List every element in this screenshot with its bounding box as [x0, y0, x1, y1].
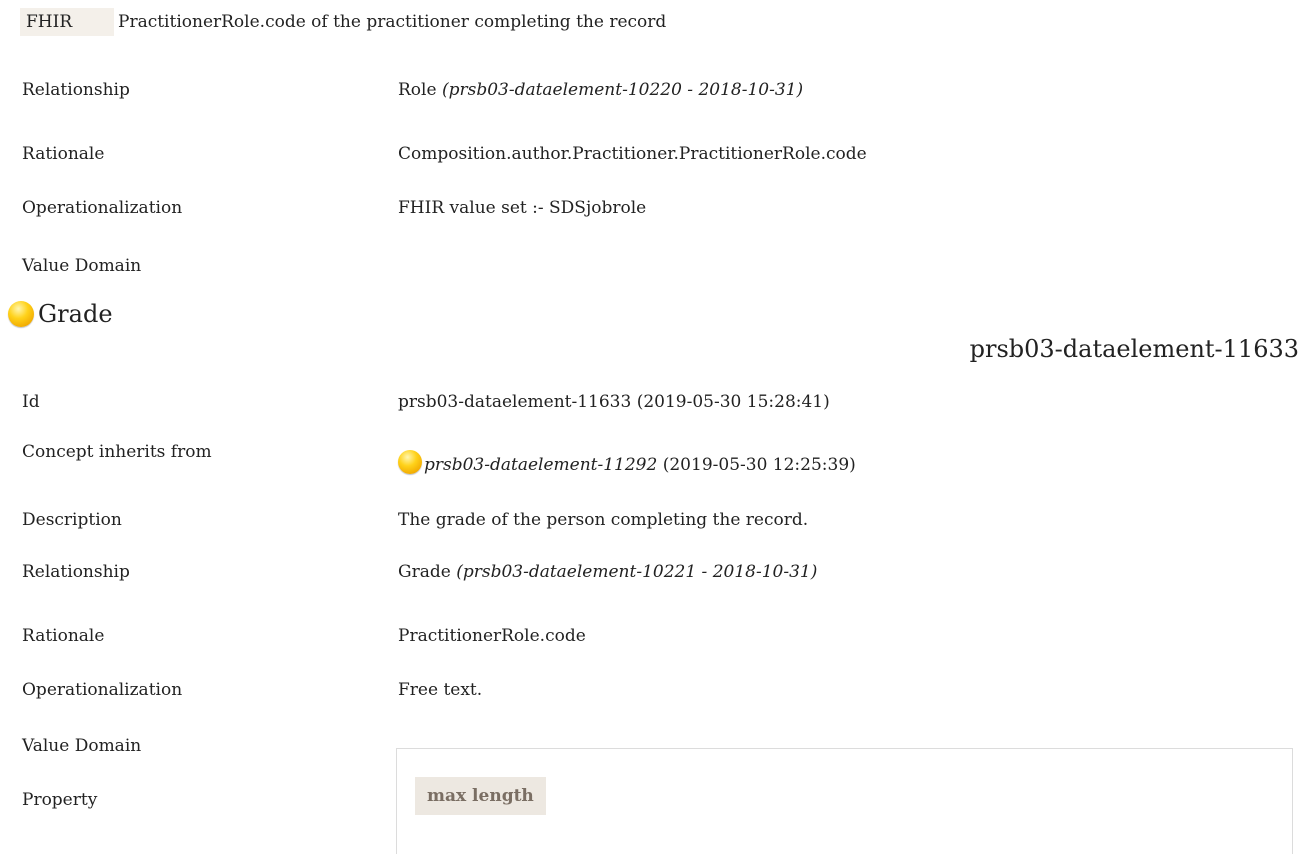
relationship-name: Grade: [398, 562, 451, 582]
grade-operationalization-row: Operationalization Free text.: [22, 678, 1292, 702]
value-domain-label: Value Domain: [22, 256, 142, 276]
relationship-name: Role: [398, 80, 437, 100]
grade-rationale-row: Rationale PractitionerRole.code: [22, 624, 1292, 648]
relationship-value: Grade (prsb03-dataelement-10221 - 2018-1…: [398, 560, 817, 584]
property-table: max length: [396, 748, 1293, 854]
inherits-label: Concept inherits from: [22, 442, 212, 462]
description-value: The grade of the person completing the r…: [398, 510, 809, 530]
inherits-ref-link[interactable]: prsb03-dataelement-11292: [424, 455, 657, 475]
fhir-row: FHIR PractitionerRole.code of the practi…: [20, 8, 666, 36]
relationship-ref-link[interactable]: (prsb03-dataelement-10220 - 2018-10-31): [442, 80, 803, 100]
grade-title: Grade: [38, 300, 113, 328]
role-rationale-row: Rationale Composition.author.Practitione…: [22, 142, 1292, 166]
grade-relationship-row: Relationship Grade (prsb03-dataelement-1…: [22, 560, 1292, 584]
role-value-domain-row: Value Domain: [22, 254, 1292, 278]
inherits-date: (2019-05-30 12:25:39): [662, 455, 856, 475]
rationale-label: Rationale: [22, 626, 105, 646]
role-operationalization-row: Operationalization FHIR value set :- SDS…: [22, 196, 1292, 220]
operationalization-value: Free text.: [398, 680, 483, 700]
operationalization-label: Operationalization: [22, 198, 183, 218]
value-domain-label: Value Domain: [22, 736, 142, 756]
rationale-value: PractitionerRole.code: [398, 626, 586, 646]
rationale-label: Rationale: [22, 144, 105, 164]
yellow-orb-icon: [8, 301, 34, 327]
fhir-tag: FHIR: [20, 8, 114, 36]
operationalization-label: Operationalization: [22, 680, 183, 700]
property-header-max-length: max length: [415, 777, 546, 815]
id-label: Id: [22, 392, 40, 412]
grade-section-title[interactable]: Grade: [8, 298, 113, 330]
id-value: prsb03-dataelement-11633 (2019-05-30 15:…: [398, 392, 830, 412]
grade-description-row: Description The grade of the person comp…: [22, 508, 1292, 532]
operationalization-value: FHIR value set :- SDSjobrole: [398, 198, 647, 218]
property-label: Property: [22, 790, 98, 810]
relationship-ref-link[interactable]: (prsb03-dataelement-10221 - 2018-10-31): [456, 562, 817, 582]
rationale-value: Composition.author.Practitioner.Practiti…: [398, 144, 867, 164]
relationship-label: Relationship: [22, 562, 130, 582]
grade-id-row: Id prsb03-dataelement-11633 (2019-05-30 …: [22, 390, 1292, 414]
grade-inherits-row: Concept inherits from prsb03-dataelement…: [22, 442, 1292, 475]
fhir-text: PractitionerRole.code of the practitione…: [118, 12, 667, 32]
relationship-value: Role (prsb03-dataelement-10220 - 2018-10…: [398, 78, 803, 102]
relationship-label: Relationship: [22, 80, 130, 100]
description-label: Description: [22, 510, 122, 530]
inherits-value: prsb03-dataelement-11292 (2019-05-30 12:…: [398, 450, 856, 477]
grade-element-id: prsb03-dataelement-11633: [969, 335, 1299, 363]
yellow-orb-icon: [398, 450, 422, 474]
role-relationship-row: Relationship Role (prsb03-dataelement-10…: [22, 78, 1292, 102]
